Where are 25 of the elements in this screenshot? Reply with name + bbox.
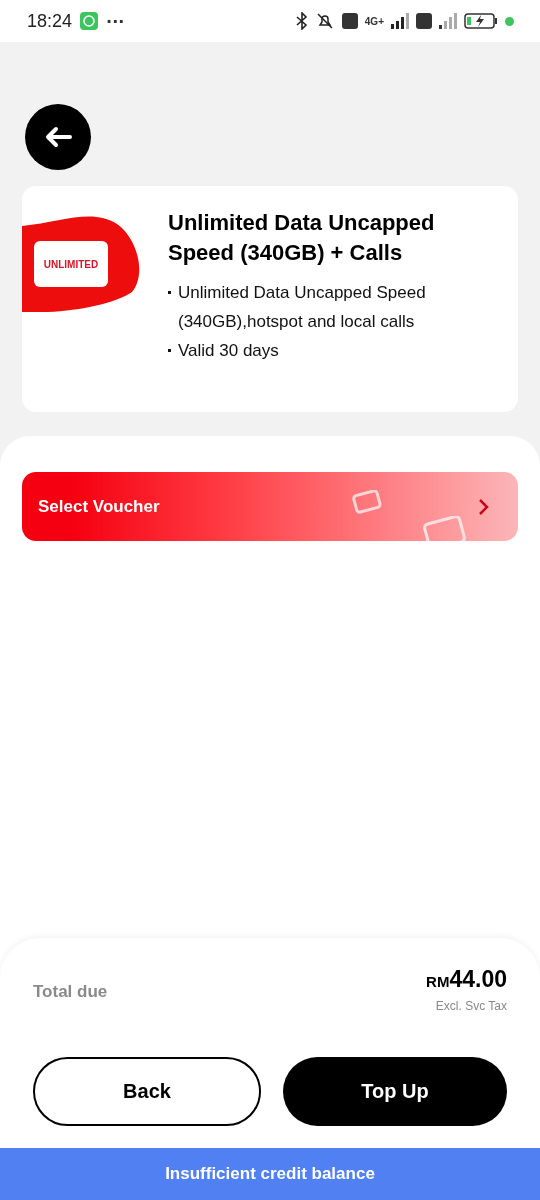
muted-bell-icon — [314, 12, 335, 30]
chevron-right-icon — [478, 498, 490, 516]
battery-charging-icon — [464, 13, 498, 29]
plan-feature: Valid 30 days — [168, 336, 502, 365]
currency: RM — [426, 973, 450, 990]
error-banner: Insufficient credit balance — [0, 1148, 540, 1200]
plan-title: Unlimited Data Uncapped Speed (340GB) + Calls — [168, 209, 436, 267]
tax-note: Excl. Svc Tax — [435, 999, 507, 1013]
network-type: 4G+ — [364, 15, 384, 27]
total-amount: 44.00 — [449, 966, 507, 993]
plan-feature: Unlimited Data Uncapped Speed (340GB),hotspot and local calls — [168, 278, 502, 336]
more-notifications: ··· — [106, 11, 125, 31]
signal-icon — [439, 13, 457, 29]
plan-badge: UNLIMITED — [34, 241, 108, 287]
top-up-button[interactable]: Top Up — [283, 1057, 507, 1126]
status-time: 18:24 — [27, 10, 73, 32]
signal-icon — [391, 13, 409, 29]
bluetooth-icon — [295, 12, 308, 30]
back-button[interactable]: Back — [33, 1057, 261, 1126]
select-voucher-button[interactable]: Select Voucher — [22, 472, 518, 541]
voucher-ticket-icon — [422, 516, 466, 541]
voucher-ticket-icon — [352, 490, 382, 514]
total-label: Total due — [33, 982, 108, 1002]
back-arrow-icon — [44, 126, 72, 148]
notification-dot-icon — [505, 16, 514, 26]
